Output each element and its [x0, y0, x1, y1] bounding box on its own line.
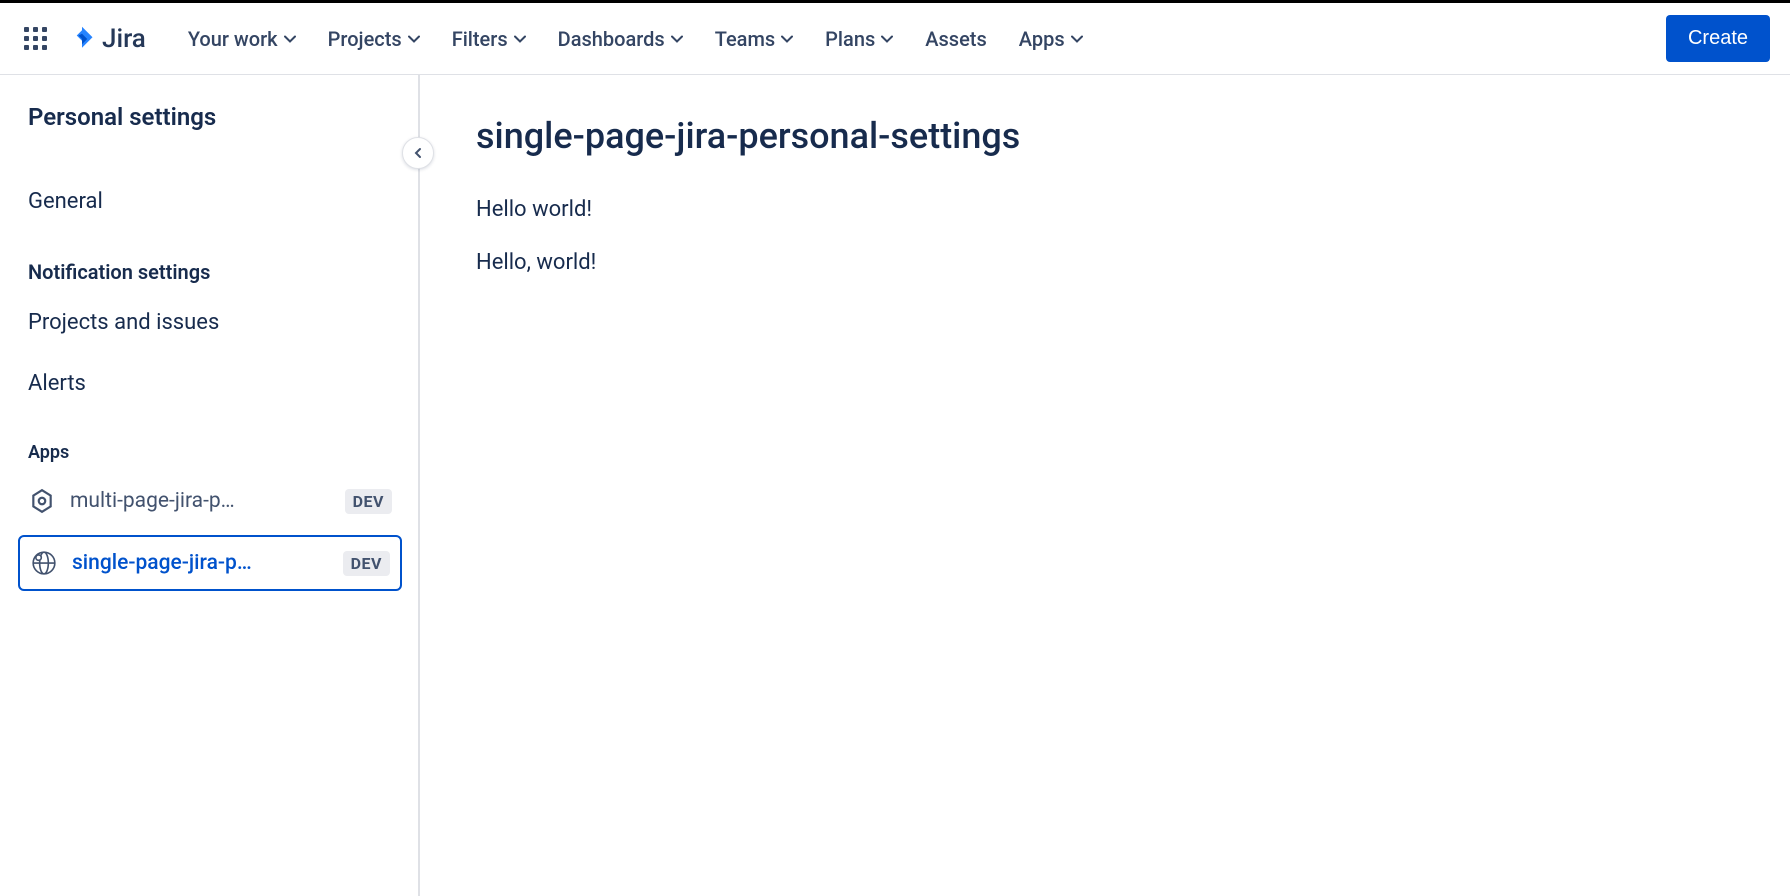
jira-icon	[68, 25, 96, 53]
sidebar-title: Personal settings	[28, 103, 402, 131]
nav-assets[interactable]: Assets	[915, 19, 997, 59]
sidebar-app-single-page[interactable]: single-page-jira-p… DEV	[18, 535, 402, 591]
chevron-down-icon	[881, 35, 893, 43]
nav-label: Teams	[715, 27, 775, 51]
create-button[interactable]: Create	[1666, 15, 1770, 62]
chevron-down-icon	[1071, 35, 1083, 43]
nav-your-work[interactable]: Your work	[178, 19, 306, 59]
app-label: single-page-jira-p…	[72, 551, 329, 575]
nav-label: Dashboards	[558, 27, 665, 51]
collapse-sidebar-button[interactable]	[402, 137, 434, 169]
nav-label: Apps	[1019, 27, 1065, 51]
nav-apps[interactable]: Apps	[1009, 19, 1093, 59]
app-switcher-icon	[24, 27, 48, 51]
dev-badge: DEV	[345, 489, 392, 514]
nav-plans[interactable]: Plans	[815, 19, 903, 59]
nav-label: Projects	[328, 27, 402, 51]
nav-teams[interactable]: Teams	[705, 19, 803, 59]
globe-icon	[30, 549, 58, 577]
jira-logo-text: Jira	[102, 24, 146, 54]
content-line-2: Hello, world!	[476, 250, 1734, 275]
sidebar-link-alerts[interactable]: Alerts	[28, 353, 402, 414]
dev-badge: DEV	[343, 551, 390, 576]
sidebar-app-multi-page[interactable]: multi-page-jira-p… DEV	[18, 475, 402, 527]
nav-dashboards[interactable]: Dashboards	[548, 19, 693, 59]
chevron-down-icon	[514, 35, 526, 43]
nav-label: Assets	[925, 27, 987, 51]
chevron-down-icon	[284, 35, 296, 43]
chevron-down-icon	[408, 35, 420, 43]
nav-items: Your work Projects Filters Dashboards Te…	[178, 19, 1093, 59]
notification-section-label: Notification settings	[28, 260, 402, 284]
apps-section-label: Apps	[28, 442, 402, 463]
chevron-down-icon	[781, 35, 793, 43]
sidebar: Personal settings General Notification s…	[0, 75, 420, 896]
nav-projects[interactable]: Projects	[318, 19, 430, 59]
app-label: multi-page-jira-p…	[70, 489, 331, 513]
nav-filters[interactable]: Filters	[442, 19, 536, 59]
nav-label: Plans	[825, 27, 875, 51]
main-content: single-page-jira-personal-settings Hello…	[420, 75, 1790, 896]
content-line-1: Hello world!	[476, 197, 1734, 222]
top-navigation: Jira Your work Projects Filters Dashboar…	[0, 3, 1790, 75]
gear-hex-icon	[28, 487, 56, 515]
app-switcher-button[interactable]	[20, 23, 52, 55]
page-title: single-page-jira-personal-settings	[476, 115, 1734, 157]
nav-label: Filters	[452, 27, 508, 51]
sidebar-link-projects-issues[interactable]: Projects and issues	[28, 292, 402, 353]
main-layout: Personal settings General Notification s…	[0, 75, 1790, 896]
chevron-left-icon	[413, 147, 423, 159]
nav-label: Your work	[188, 27, 278, 51]
sidebar-link-general[interactable]: General	[28, 171, 402, 232]
chevron-down-icon	[671, 35, 683, 43]
jira-logo[interactable]: Jira	[68, 24, 146, 54]
